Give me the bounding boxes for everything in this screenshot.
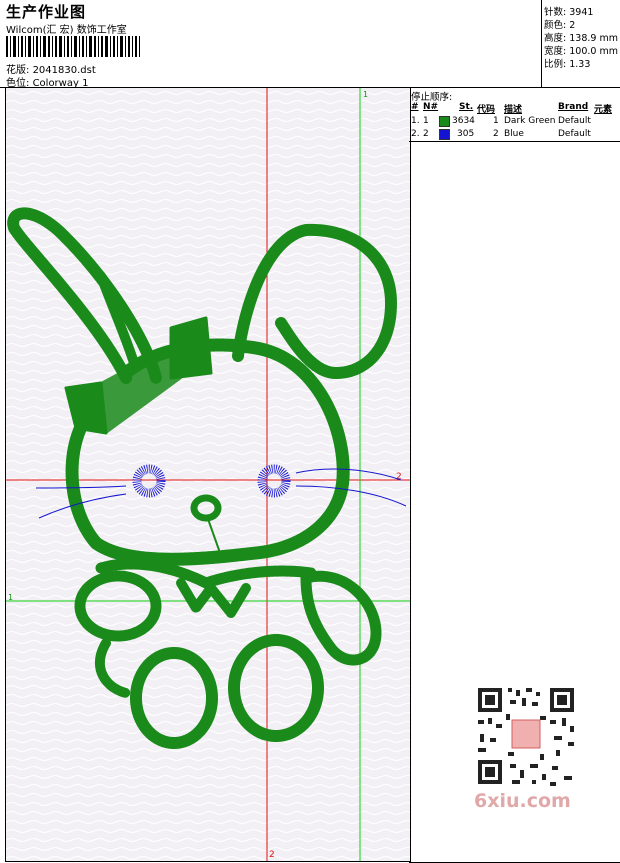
row1-description: Dark Green [504, 116, 556, 126]
stat-scale: 比例: 1.33 [544, 56, 590, 70]
col-header-element: 元素 [594, 105, 613, 115]
watermark-logo: 6xiu.com [474, 790, 571, 812]
row1-code: 1 [493, 116, 499, 126]
design-canvas: 1 2 1 2 [5, 87, 411, 862]
col-header-description: 描述 [504, 105, 523, 115]
embroidery-drawing: 1 2 1 2 [6, 88, 410, 861]
stop-sequence-title: 停止顺序: [411, 92, 453, 103]
stat-stitches: 针数: 3941 [544, 4, 593, 18]
stat-width: 宽度: 100.0 mm [544, 43, 618, 57]
row1-color-swatch [439, 116, 450, 127]
row1-stitches: 3634 [452, 116, 475, 126]
row2-n: 2 [423, 129, 429, 139]
table-bottom-divider [409, 141, 620, 142]
stat-scale-value: 1.33 [569, 59, 591, 70]
row1-n: 1 [423, 116, 429, 126]
row2-brand: Default [558, 129, 591, 139]
stat-colors: 颜色: 2 [544, 17, 575, 31]
left-guide-marker: 1 [8, 593, 13, 602]
col-header-brand: Brand [558, 102, 589, 112]
production-worksheet: 生产作业图 Wilcom(汇 宏) 数饰工作室 花版: 2041830.dst … [0, 0, 620, 863]
col-header-n: N# [423, 102, 439, 112]
sheet-title: 生产作业图 [6, 3, 87, 21]
row2-stitches: 305 [457, 129, 475, 139]
row2-index: 2. [411, 129, 420, 139]
stat-height: 高度: 138.9 mm [544, 30, 618, 44]
qr-code [470, 680, 582, 792]
col-header-stitches: St. [459, 102, 474, 112]
right-guide-marker: 2 [396, 472, 402, 482]
seal-stamp [511, 719, 541, 749]
row2-description: Blue [504, 129, 524, 139]
barcode [6, 36, 140, 57]
row1-index: 1. [411, 116, 420, 126]
stats-panel: 针数: 3941 颜色: 2 高度: 138.9 mm 宽度: 100.0 mm… [541, 0, 620, 87]
col-header-code: 代码 [477, 105, 496, 115]
top-guide-marker: 1 [363, 90, 368, 99]
row2-color-swatch [439, 129, 450, 140]
row2-code: 2 [493, 129, 499, 139]
col-header-hash: # [411, 102, 419, 112]
row1-brand: Default [558, 116, 591, 126]
company-name: Wilcom(汇 宏) 数饰工作室 [6, 25, 127, 36]
bottom-guide-marker: 2 [269, 850, 275, 860]
stat-scale-label: 比例: [544, 59, 567, 70]
